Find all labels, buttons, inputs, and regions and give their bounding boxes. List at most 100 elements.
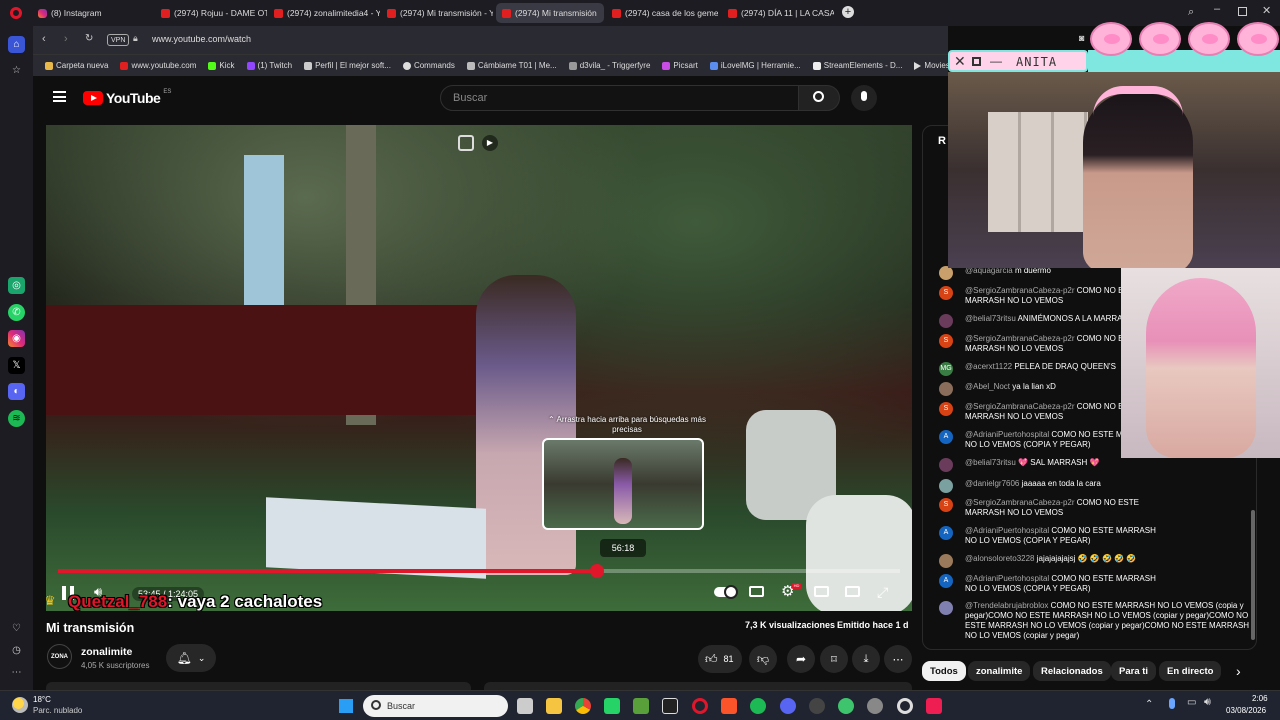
weather-icon[interactable] bbox=[12, 697, 28, 713]
reload-icon[interactable]: ↻ bbox=[85, 33, 93, 44]
bookmark-item[interactable]: Perfil | El mejor soft... bbox=[304, 61, 391, 70]
x-icon[interactable]: 𝕏 bbox=[8, 357, 25, 374]
chat-username[interactable]: @alonsoloreto3228 bbox=[965, 554, 1035, 563]
chat-avatar[interactable]: MG bbox=[939, 362, 953, 376]
chat-avatar[interactable] bbox=[939, 266, 953, 280]
chat-username[interactable]: @Trendelabrujabroblox bbox=[965, 601, 1048, 610]
chat-username[interactable]: @AdrianiPuertohospital bbox=[965, 526, 1049, 535]
minecraft-icon[interactable] bbox=[633, 698, 649, 714]
spotify-icon[interactable] bbox=[750, 698, 766, 714]
miniplayer-icon[interactable] bbox=[458, 135, 474, 151]
bookmark-item[interactable]: iLovelMG | Herramie... bbox=[709, 61, 801, 70]
search-input[interactable]: Buscar bbox=[440, 85, 799, 111]
app-icon[interactable] bbox=[838, 698, 854, 714]
back-icon[interactable]: ‹ bbox=[42, 33, 46, 45]
chat-username[interactable]: @belial73ritsu bbox=[965, 314, 1016, 323]
opera-logo-icon[interactable] bbox=[10, 7, 22, 19]
url-field[interactable]: www.youtube.com/watch bbox=[152, 34, 251, 44]
chat-avatar[interactable]: S bbox=[939, 402, 953, 416]
heart-icon[interactable]: ♡ bbox=[8, 620, 25, 637]
spotify-icon[interactable]: ≋ bbox=[8, 410, 25, 427]
windows-start-icon[interactable] bbox=[338, 698, 354, 714]
menu-icon[interactable] bbox=[53, 91, 66, 102]
camera-icon[interactable]: ◙ bbox=[1079, 33, 1084, 43]
search-button[interactable] bbox=[798, 85, 840, 111]
bookmark-item[interactable]: www.youtube.com bbox=[120, 61, 196, 70]
youtube-logo[interactable]: YouTube ES bbox=[83, 89, 171, 106]
chat-avatar[interactable] bbox=[939, 314, 953, 328]
like-button[interactable]: 👍︎ 81 bbox=[698, 645, 742, 673]
instagram-icon[interactable]: ◉ bbox=[8, 330, 25, 347]
chevron-right-icon[interactable]: › bbox=[1236, 663, 1241, 679]
tab-youtube-6[interactable]: (2974) DÍA 11 | LA CASA D bbox=[722, 3, 834, 23]
chat-avatar[interactable] bbox=[939, 554, 953, 568]
tab-youtube-1[interactable]: (2974) Rojuu - DAME OTRA bbox=[155, 3, 267, 23]
tab-youtube-5[interactable]: (2974) casa de los gemelo bbox=[606, 3, 718, 23]
chevron-up-icon[interactable]: ⌃ bbox=[1145, 699, 1153, 710]
discord-icon[interactable] bbox=[780, 698, 796, 714]
tab-instagram[interactable]: (8) Instagram bbox=[32, 3, 144, 23]
channel-name[interactable]: zonalimite bbox=[81, 646, 132, 658]
opera-icon[interactable] bbox=[692, 698, 708, 714]
bookmark-item[interactable]: StreamElements - D... bbox=[812, 61, 902, 70]
bookmark-item[interactable]: Commands bbox=[402, 61, 455, 70]
minimize-button[interactable]: – bbox=[1214, 3, 1220, 15]
notifications-button[interactable]: 🔔︎ ⌄ bbox=[166, 644, 216, 672]
epic-games-icon[interactable] bbox=[662, 698, 678, 714]
chat-username[interactable]: @SergioZambranaCabeza-p2r bbox=[965, 498, 1075, 507]
chip-live[interactable]: En directo bbox=[1159, 661, 1222, 681]
close-icon[interactable]: ✕ bbox=[954, 53, 966, 70]
new-tab-button[interactable]: + bbox=[842, 6, 854, 18]
task-view-icon[interactable] bbox=[517, 698, 533, 714]
chat-username[interactable]: @AdrianiPuertohospital bbox=[965, 574, 1049, 583]
opera-gx-icon[interactable] bbox=[897, 698, 913, 714]
subtitles-icon[interactable] bbox=[749, 586, 764, 597]
chat-avatar[interactable]: A bbox=[939, 430, 953, 444]
volume-tray-icon[interactable]: 🔊︎ bbox=[1204, 696, 1211, 709]
bookmark-item[interactable]: Carpeta nueva bbox=[45, 61, 108, 70]
close-window-button[interactable]: ✕ bbox=[1262, 4, 1271, 17]
chat-avatar[interactable] bbox=[939, 601, 953, 615]
tab-search-icon[interactable]: ⌕ bbox=[1188, 6, 1194, 19]
more-icon[interactable]: ⋯ bbox=[8, 664, 25, 681]
share-button[interactable]: ➦ bbox=[787, 645, 815, 673]
taskbar-search[interactable]: Buscar bbox=[363, 695, 508, 717]
chat-avatar[interactable] bbox=[939, 382, 953, 396]
chat-avatar[interactable] bbox=[939, 479, 953, 493]
vpn-badge[interactable]: VPN bbox=[107, 34, 130, 46]
chat-username[interactable]: @SergioZambranaCabeza-p2r bbox=[965, 334, 1075, 343]
tiktok-icon[interactable] bbox=[926, 698, 942, 714]
network-icon[interactable]: ▭ bbox=[1187, 697, 1196, 708]
chat-avatar[interactable]: A bbox=[939, 574, 953, 588]
chat-avatar[interactable]: S bbox=[939, 334, 953, 348]
brave-icon[interactable] bbox=[721, 698, 737, 714]
microphone-tray-icon[interactable] bbox=[1169, 698, 1175, 709]
bookmark-item[interactable]: Picsart bbox=[662, 61, 698, 70]
download-button[interactable]: ⤓ bbox=[852, 645, 880, 673]
tab-youtube-active[interactable]: (2974) Mi transmisión bbox=[496, 3, 604, 23]
bookmark-item[interactable]: (1) Twitch bbox=[246, 61, 292, 70]
voice-search-button[interactable] bbox=[851, 85, 877, 111]
chat-username[interactable]: @danielgr7606 bbox=[965, 479, 1019, 488]
progress-track[interactable] bbox=[58, 564, 900, 578]
more-actions-button[interactable]: ⋯ bbox=[884, 645, 912, 673]
fullscreen-icon[interactable]: ⤢ bbox=[877, 584, 888, 601]
chat-username[interactable]: @Abel_Noct bbox=[965, 382, 1010, 391]
chip-channel[interactable]: zonalimite bbox=[968, 661, 1031, 681]
bookmark-item[interactable]: Kick bbox=[208, 61, 235, 70]
chat-username[interactable]: @belial73ritsu bbox=[965, 458, 1016, 467]
chat-username[interactable]: @SergioZambranaCabeza-p2r bbox=[965, 286, 1075, 295]
tab-youtube-3[interactable]: (2974) Mi transmisión - Yo bbox=[381, 3, 493, 23]
messenger-icon[interactable]: ◎ bbox=[8, 277, 25, 294]
chip-for-you[interactable]: Para ti bbox=[1111, 661, 1157, 681]
dislike-button[interactable]: 👎︎ bbox=[749, 645, 777, 673]
theater-mode-icon[interactable] bbox=[814, 586, 829, 597]
whatsapp-icon[interactable]: ✆ bbox=[8, 304, 25, 321]
chip-related[interactable]: Relacionados bbox=[1033, 661, 1111, 681]
chat-avatar[interactable]: A bbox=[939, 526, 953, 540]
settings-icon[interactable] bbox=[867, 698, 883, 714]
progress-knob[interactable] bbox=[589, 564, 604, 578]
chrome-icon[interactable] bbox=[575, 698, 591, 714]
maximize-button[interactable] bbox=[1238, 7, 1247, 16]
chat-scrollbar[interactable] bbox=[1251, 510, 1255, 640]
